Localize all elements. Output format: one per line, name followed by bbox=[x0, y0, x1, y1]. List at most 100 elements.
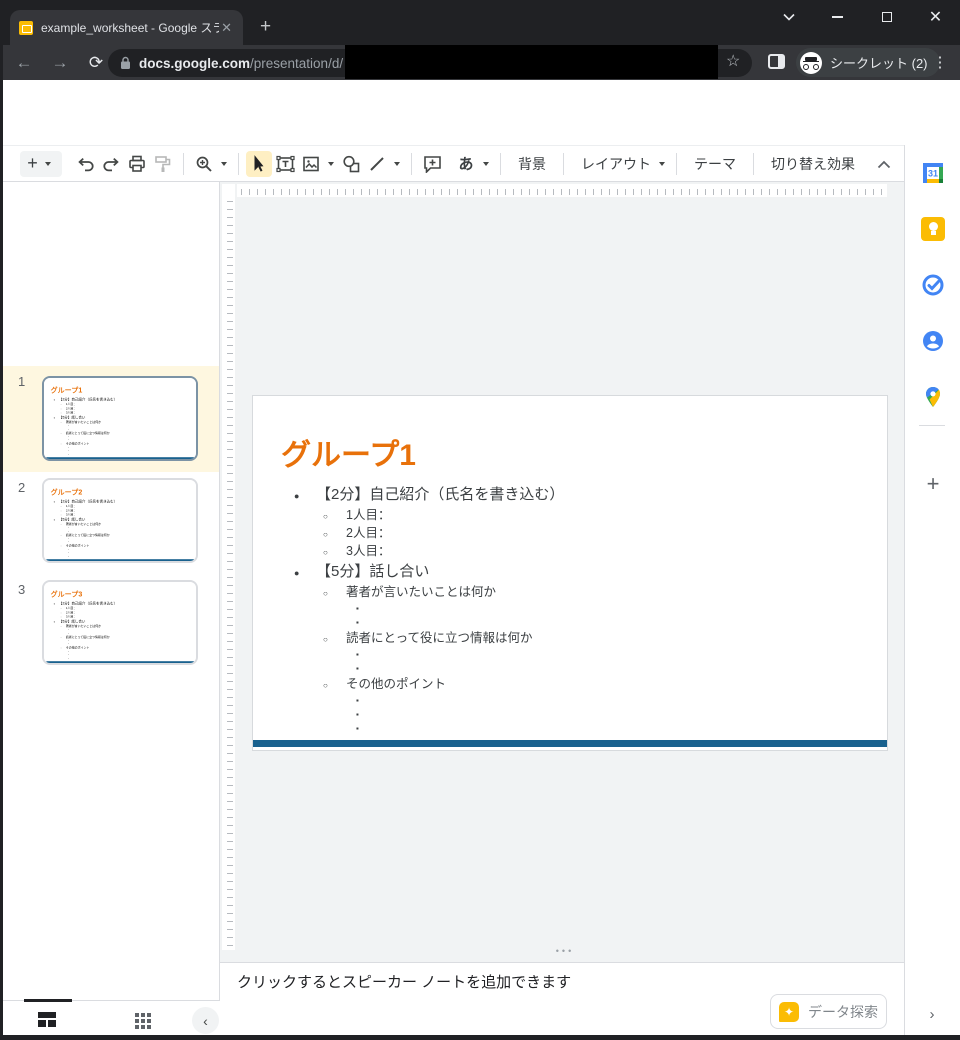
slide-number: 3 bbox=[18, 582, 25, 597]
maps-icon[interactable] bbox=[921, 385, 945, 409]
filmstrip-view-icon[interactable] bbox=[38, 1012, 56, 1027]
incognito-badge[interactable]: シークレット (2) bbox=[796, 48, 940, 77]
bullet-line: ▪ bbox=[44, 555, 194, 558]
tab-title: example_worksheet - Google スラ bbox=[41, 19, 219, 36]
zoom-icon[interactable] bbox=[191, 151, 217, 177]
slide-body[interactable]: ●【2分】自己紹介（氏名を書き込む）○1人目：○2人目：○3人目：●【5分】話し… bbox=[253, 484, 867, 736]
active-view-indicator bbox=[24, 999, 72, 1002]
lock-icon bbox=[120, 56, 131, 70]
bullet-line: ▪ bbox=[253, 648, 867, 662]
speaker-notes-placeholder[interactable]: クリックするとスピーカー ノートを追加できます bbox=[237, 971, 571, 992]
insert-image-icon[interactable] bbox=[298, 151, 324, 177]
expand-side-panel-icon[interactable]: › bbox=[919, 1001, 945, 1027]
slide-thumbnail-3[interactable]: グループ3●【2分】自己紹介（氏名を書き込む）○1人目：○2人目：○3人目：●【… bbox=[42, 580, 198, 665]
new-tab-button[interactable]: + bbox=[260, 17, 271, 37]
browser-tab[interactable]: example_worksheet - Google スラ ✕ bbox=[10, 10, 243, 45]
slide-thumbnail-1[interactable]: グループ1●【2分】自己紹介（氏名を書き込む）○1人目：○2人目：○3人目：●【… bbox=[42, 376, 198, 461]
bullet-line: ●【2分】自己紹介（氏名を書き込む） bbox=[253, 484, 867, 507]
notes-resize-handle[interactable]: ••• bbox=[545, 946, 585, 956]
bullet-line: ▪ bbox=[253, 722, 867, 736]
tab-close-icon[interactable]: ✕ bbox=[219, 20, 234, 36]
bullet-line: ○読者にとって役に立つ情報は何か bbox=[253, 630, 867, 648]
insert-comment-icon[interactable] bbox=[419, 151, 445, 177]
insert-line-icon[interactable] bbox=[364, 151, 390, 177]
explore-label: データ探索 bbox=[808, 1002, 878, 1022]
bullet-line: ○著者が言いたいことは何か bbox=[253, 584, 867, 602]
browser-navbar: ← → ⟳ docs.google.com/presentation/d/ ☆ … bbox=[0, 45, 960, 80]
svg-text:31: 31 bbox=[928, 169, 938, 179]
maximize-button[interactable] bbox=[862, 0, 911, 34]
thumbnail-title: グループ2 bbox=[51, 486, 83, 496]
calendar-icon[interactable]: 31 bbox=[921, 161, 945, 185]
thumbnail-title: グループ3 bbox=[51, 588, 83, 598]
collapse-filmstrip-icon[interactable]: ‹ bbox=[192, 1007, 219, 1034]
browser-menu-icon[interactable]: ⋮ bbox=[928, 50, 952, 74]
background-button[interactable]: 背景 bbox=[508, 151, 556, 177]
current-slide[interactable]: グループ1 ●【2分】自己紹介（氏名を書き込む）○1人目：○2人目：○3人目：●… bbox=[252, 395, 888, 751]
zoom-dropdown-caret[interactable] bbox=[217, 162, 231, 166]
insert-shape-icon[interactable] bbox=[338, 151, 364, 177]
new-slide-button[interactable]: + bbox=[20, 151, 62, 177]
browser-window: example_worksheet - Google スラ ✕ + ✕ ← → … bbox=[0, 0, 960, 1040]
close-button[interactable]: ✕ bbox=[911, 0, 960, 34]
browser-titlebar: example_worksheet - Google スラ ✕ + ✕ bbox=[0, 0, 960, 45]
filmstrip-bottom-bar: ‹ bbox=[0, 1000, 220, 1040]
tab-search-chevron-icon[interactable] bbox=[764, 0, 813, 34]
select-tool-icon[interactable] bbox=[246, 151, 272, 177]
back-icon[interactable]: ← bbox=[12, 45, 36, 80]
tasks-icon[interactable] bbox=[921, 273, 945, 297]
bullet-line: ●【5分】話し合い bbox=[253, 561, 867, 584]
bullet-line: ▪ bbox=[253, 708, 867, 722]
bullet-line: ▪ bbox=[253, 602, 867, 616]
text-format-caret[interactable] bbox=[479, 162, 493, 166]
incognito-label: シークレット (2) bbox=[830, 53, 928, 72]
side-panel-icon[interactable] bbox=[768, 54, 785, 69]
undo-icon[interactable] bbox=[72, 151, 98, 177]
text-format-button[interactable]: あ bbox=[453, 151, 479, 177]
slide-accent-bar bbox=[253, 740, 887, 747]
url-redaction bbox=[345, 45, 718, 79]
layout-button[interactable]: レイアウト bbox=[571, 151, 669, 177]
line-dropdown-caret[interactable] bbox=[390, 162, 404, 166]
bullet-line: ○2人目： bbox=[253, 525, 867, 543]
slide-number: 1 bbox=[18, 374, 25, 389]
keep-icon[interactable] bbox=[921, 217, 945, 241]
text-box-icon[interactable] bbox=[272, 151, 298, 177]
bullet-line: ▪ bbox=[253, 694, 867, 708]
paint-format-icon[interactable] bbox=[150, 151, 176, 177]
image-dropdown-caret[interactable] bbox=[324, 162, 338, 166]
slide-canvas[interactable]: グループ1 ●【2分】自己紹介（氏名を書き込む）○1人目：○2人目：○3人目：●… bbox=[220, 182, 904, 962]
theme-button[interactable]: テーマ bbox=[684, 151, 746, 177]
redo-icon[interactable] bbox=[98, 151, 124, 177]
explore-star-icon: ✦ bbox=[779, 1002, 799, 1022]
bullet-line: ▪ bbox=[44, 453, 194, 456]
filmstrip-row-1[interactable]: 1 グループ1●【2分】自己紹介（氏名を書き込む）○1人目：○2人目：○3人目：●… bbox=[0, 366, 219, 472]
slide-title[interactable]: グループ1 bbox=[281, 430, 416, 474]
contacts-icon[interactable] bbox=[921, 329, 945, 353]
horizontal-ruler bbox=[237, 184, 887, 197]
url-path: /presentation/d/ bbox=[250, 56, 343, 71]
minimize-button[interactable] bbox=[813, 0, 862, 34]
get-addons-icon[interactable]: + bbox=[921, 471, 945, 497]
print-icon[interactable] bbox=[124, 151, 150, 177]
thumbnail-title: グループ1 bbox=[51, 384, 83, 394]
transition-button[interactable]: 切り替え効果 bbox=[761, 151, 865, 177]
reload-icon[interactable]: ⟳ bbox=[84, 45, 108, 80]
thumbnail-preview: グループ1●【2分】自己紹介（氏名を書き込む）○1人目：○2人目：○3人目：●【… bbox=[44, 378, 196, 461]
filmstrip-panel: 1 グループ1●【2分】自己紹介（氏名を書き込む）○1人目：○2人目：○3人目：●… bbox=[0, 182, 220, 1000]
grid-view-icon[interactable] bbox=[135, 1013, 151, 1029]
forward-icon[interactable]: → bbox=[48, 45, 72, 80]
bullet-line: ▪ bbox=[253, 616, 867, 630]
explore-button[interactable]: ✦ データ探索 bbox=[770, 994, 887, 1029]
bullet-line: ▪ bbox=[44, 657, 194, 660]
slides-toolbar: + bbox=[0, 145, 904, 182]
slide-number: 2 bbox=[18, 480, 25, 495]
incognito-icon bbox=[800, 52, 822, 74]
collapse-toolbar-icon[interactable] bbox=[872, 152, 896, 176]
filmstrip-row-2[interactable]: 2 グループ2●【2分】自己紹介（氏名を書き込む）○1人目：○2人目：○3人目：●… bbox=[0, 472, 219, 574]
slide-thumbnail-2[interactable]: グループ2●【2分】自己紹介（氏名を書き込む）○1人目：○2人目：○3人目：●【… bbox=[42, 478, 198, 563]
bookmark-star-icon[interactable]: ☆ bbox=[726, 51, 740, 71]
window-frame-bottom bbox=[0, 1035, 960, 1040]
filmstrip-row-3[interactable]: 3 グループ3●【2分】自己紹介（氏名を書き込む）○1人目：○2人目：○3人目：●… bbox=[0, 574, 219, 676]
bullet-line: ○1人目： bbox=[253, 507, 867, 525]
